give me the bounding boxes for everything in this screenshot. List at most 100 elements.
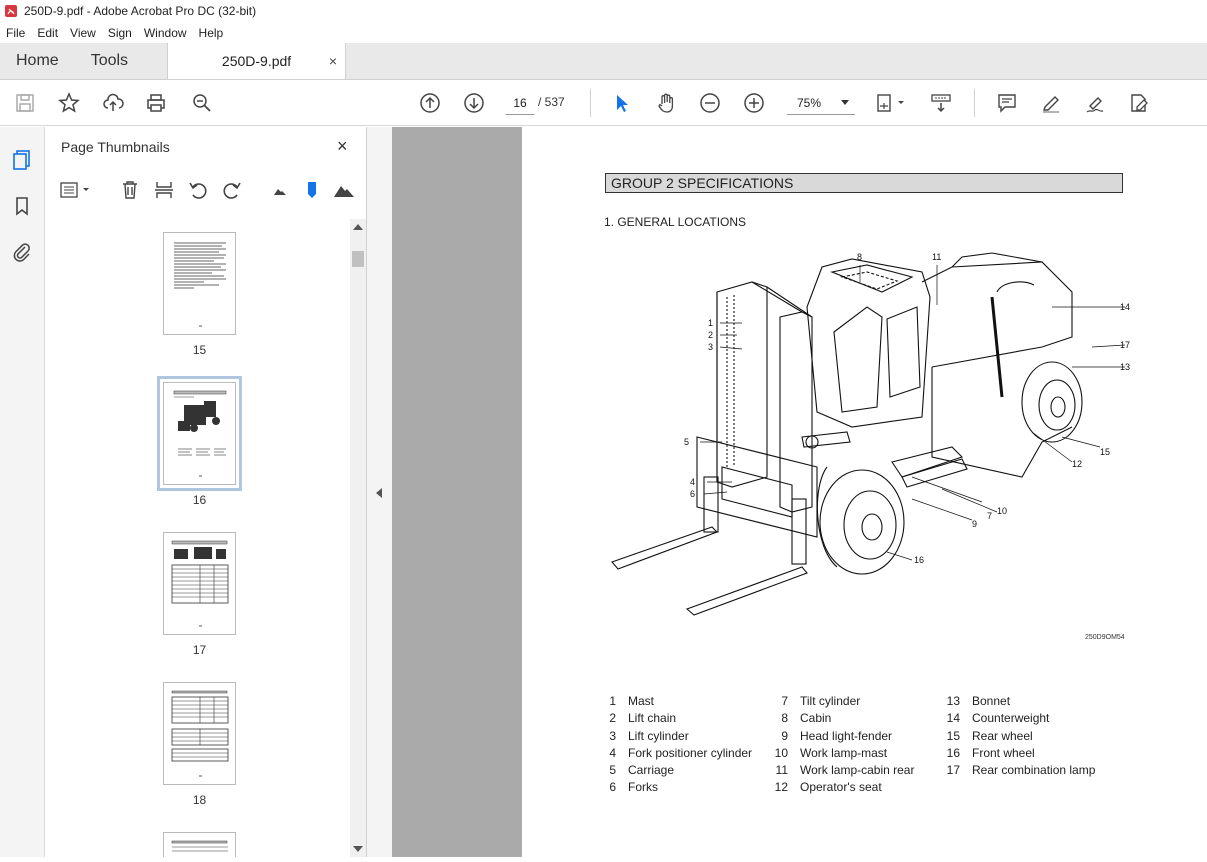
legend-label: Rear combination lamp — [972, 763, 1096, 778]
page-thumbnail-selected[interactable] — [157, 376, 242, 491]
sign-pen-icon[interactable] — [1083, 91, 1107, 115]
zoom-level-select[interactable]: 75% — [787, 91, 855, 115]
thumbnail-page-label: 16 — [192, 493, 207, 507]
callout-label: 15 — [1100, 447, 1110, 457]
legend-number: 13 — [946, 694, 960, 708]
menu-window[interactable]: Window — [138, 26, 193, 40]
legend-item: 7 Tilt cylinder — [766, 694, 914, 711]
bookmark-star-icon[interactable] — [57, 91, 81, 115]
print-icon[interactable] — [144, 91, 168, 115]
close-icon[interactable]: × — [337, 136, 348, 157]
callout-label: 17 — [1120, 340, 1130, 350]
bookmark-marker-icon[interactable] — [301, 179, 323, 201]
legend-label: Forks — [628, 780, 658, 795]
legend-item: 11 Work lamp-cabin rear — [766, 763, 915, 780]
zoom-out-icon[interactable] — [698, 91, 722, 115]
callout-label: 2 — [708, 330, 713, 340]
legend-label: Fork positioner cylinder — [628, 745, 753, 760]
legend-item: 6 Forks — [594, 780, 752, 797]
tab-home[interactable]: Home — [0, 43, 75, 79]
legend-number: 12 — [774, 780, 788, 795]
legend-item: 17 Rear combination lamp — [938, 763, 1096, 780]
next-page-icon[interactable] — [462, 91, 486, 115]
collapse-panel-icon[interactable] — [376, 488, 382, 498]
legend-item: 10 Work lamp-mast — [766, 746, 914, 763]
scroll-up-icon[interactable] — [353, 224, 363, 230]
legend-number: 1 — [609, 694, 616, 708]
comment-icon[interactable] — [995, 91, 1019, 115]
scrollbar-handle[interactable] — [352, 251, 364, 267]
legend-item: 1 Mast — [594, 694, 752, 711]
extract-page-icon[interactable] — [153, 179, 175, 201]
callout-label: 4 — [690, 477, 695, 487]
attachments-icon[interactable] — [11, 241, 33, 263]
delete-page-icon[interactable] — [119, 179, 141, 201]
legend-label: Operator's seat — [800, 780, 882, 795]
page-fit-icon[interactable] — [874, 91, 910, 115]
thumbnail-toolbar — [45, 175, 367, 205]
select-cursor-icon[interactable] — [610, 91, 634, 115]
page-thumbnails-icon[interactable] — [11, 149, 33, 171]
legend-label: Mast — [628, 694, 655, 708]
bookmarks-icon[interactable] — [11, 195, 33, 217]
options-menu-icon[interactable] — [59, 179, 93, 201]
menu-sign[interactable]: Sign — [102, 26, 138, 40]
legend-number: 4 — [609, 745, 616, 760]
rotate-right-icon[interactable] — [221, 179, 243, 201]
reduce-thumbnails-icon[interactable] — [269, 179, 291, 201]
find-zoom-icon[interactable] — [190, 91, 214, 115]
page-thumbnail[interactable] — [163, 832, 236, 857]
legend-number: 2 — [609, 711, 616, 726]
legend-label: Rear wheel — [972, 728, 1033, 743]
thumbnail-preview — [174, 242, 226, 327]
panel-title: Page Thumbnails — [61, 139, 170, 155]
menu-file[interactable]: File — [0, 26, 31, 40]
enlarge-thumbnails-icon[interactable] — [333, 179, 355, 201]
scroll-down-icon[interactable] — [353, 846, 363, 852]
upload-cloud-icon[interactable] — [101, 91, 125, 115]
rotate-left-icon[interactable] — [187, 179, 209, 201]
legend-label: Counterweight — [972, 711, 1050, 726]
legend-label: Lift chain — [628, 711, 677, 726]
legend-label: Lift cylinder — [628, 728, 689, 743]
callout-label: 12 — [1072, 459, 1082, 469]
tab-close-icon[interactable]: × — [329, 53, 337, 69]
page-thumbnail[interactable] — [163, 682, 236, 785]
document-viewport[interactable]: GROUP 2 SPECIFICATIONS 1. GENERAL LOCATI… — [392, 127, 1207, 857]
toolbar-divider — [974, 89, 975, 117]
legend-item: 12 Operator's seat — [766, 780, 914, 797]
menu-help[interactable]: Help — [193, 26, 230, 40]
page-number-input[interactable]: 16 — [505, 91, 535, 115]
zoom-in-icon[interactable] — [742, 91, 766, 115]
hand-tool-icon[interactable] — [654, 91, 678, 115]
scroll-mode-icon[interactable] — [929, 91, 953, 115]
toolbar-divider — [590, 89, 591, 117]
title-bar: 250D-9.pdf - Adobe Acrobat Pro DC (32-bi… — [0, 0, 1207, 22]
legend-number: 9 — [781, 728, 788, 743]
edit-document-icon[interactable] — [1127, 91, 1151, 115]
callout-label: 1 — [708, 318, 713, 328]
callout-label: 6 — [690, 489, 695, 499]
legend-label: Work lamp-cabin rear — [800, 763, 915, 778]
legend-number: 10 — [774, 745, 788, 760]
panel-splitter[interactable] — [367, 127, 392, 857]
legend-item: 8 Cabin — [766, 711, 914, 728]
thumbnail-page-label: 15 — [192, 343, 207, 357]
tab-document-label: 250D-9.pdf — [221, 53, 292, 69]
legend-item: 15 Rear wheel — [938, 729, 1095, 746]
legend-column-3: 13 Bonnet 14 Counterweight 15 Rear wheel 16… — [938, 694, 1096, 780]
menu-edit[interactable]: Edit — [31, 26, 64, 40]
page-thumbnail[interactable] — [163, 232, 236, 335]
page-thumbnail[interactable] — [163, 532, 236, 635]
tab-tools[interactable]: Tools — [75, 43, 144, 79]
tab-document[interactable]: 250D-9.pdf × — [167, 43, 347, 79]
legend-label: Head light-fender — [800, 728, 893, 743]
thumbnail-preview — [171, 690, 229, 777]
highlight-pen-icon[interactable] — [1039, 91, 1063, 115]
thumbnail-scrollbar[interactable] — [350, 219, 366, 857]
legend-number: 6 — [609, 780, 616, 795]
menu-view[interactable]: View — [64, 26, 102, 40]
save-icon[interactable] — [13, 91, 37, 115]
previous-page-icon[interactable] — [418, 91, 442, 115]
legend-label: Front wheel — [972, 745, 1035, 760]
